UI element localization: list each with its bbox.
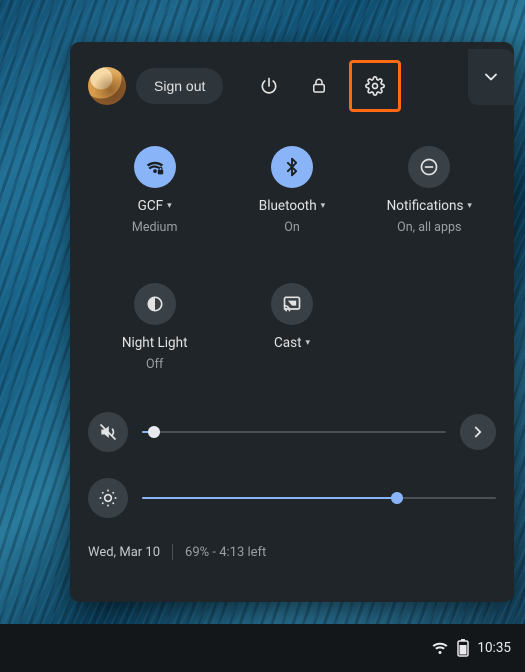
volume-mute-icon [98,422,118,442]
bluetooth-icon [282,157,302,177]
battery-icon [457,639,469,657]
notifications-toggle[interactable] [408,146,450,188]
collapse-button[interactable] [468,49,514,105]
tile-sub: Off [146,357,163,372]
footer-date: Wed, Mar 10 [88,545,160,560]
sign-out-button[interactable]: Sign out [136,68,223,104]
caret-down-icon: ▾ [167,201,172,211]
volume-mute-button[interactable] [88,412,128,452]
status-area[interactable]: 10:35 [431,639,511,657]
quick-settings-panel: Sign out GCF▾ Medium [70,42,514,602]
tile-label: Cast▾ [274,335,310,351]
taskbar: 10:35 [0,624,525,672]
gear-icon [365,76,385,96]
wifi-icon [431,639,449,657]
tile-label: Notifications▾ [387,198,472,214]
tile-notifications[interactable]: Notifications▾ On, all apps [363,146,496,235]
caret-down-icon: ▾ [321,201,326,211]
cast-icon [282,294,302,314]
night-light-icon [145,294,165,314]
brightness-button[interactable] [88,478,128,518]
tile-sub: On, all apps [397,220,461,235]
wifi-toggle[interactable] [134,146,176,188]
tile-wifi[interactable]: GCF▾ Medium [88,146,221,235]
tile-label: Night Light [122,335,188,351]
brightness-icon [98,488,118,508]
night-light-toggle[interactable] [134,283,176,325]
tile-label: Bluetooth▾ [259,198,325,214]
power-button[interactable] [249,66,289,106]
chevron-down-icon [481,67,501,87]
tile-sub: Medium [132,220,177,235]
lock-icon [310,77,328,95]
volume-row [88,412,496,452]
bluetooth-toggle[interactable] [271,146,313,188]
brightness-row [88,478,496,518]
footer-divider [172,544,173,560]
caret-down-icon: ▾ [305,338,310,348]
panel-footer: Wed, Mar 10 69% - 4:13 left [88,544,496,560]
audio-output-button[interactable] [460,414,496,450]
do-not-disturb-icon [419,157,439,177]
settings-button[interactable] [358,69,392,103]
brightness-slider[interactable] [142,497,496,499]
user-avatar[interactable] [88,67,126,105]
tile-bluetooth[interactable]: Bluetooth▾ On [225,146,358,235]
lock-button[interactable] [299,66,339,106]
quick-settings-tiles: GCF▾ Medium Bluetooth▾ On Notifications▾… [88,146,496,372]
power-icon [259,76,279,96]
panel-header: Sign out [88,60,496,112]
tile-label: GCF▾ [138,198,172,214]
settings-highlight [349,60,401,112]
cast-toggle[interactable] [271,283,313,325]
wifi-lock-icon [144,156,166,178]
chevron-right-icon [469,423,487,441]
sliders-section [88,412,496,518]
volume-slider[interactable] [142,431,446,433]
tile-cast[interactable]: Cast▾ [225,283,358,372]
tile-night-light[interactable]: Night Light Off [88,283,221,372]
tile-sub: On [284,220,300,235]
footer-battery: 69% - 4:13 left [185,545,266,560]
caret-down-icon: ▾ [467,201,472,211]
taskbar-time: 10:35 [477,640,511,656]
